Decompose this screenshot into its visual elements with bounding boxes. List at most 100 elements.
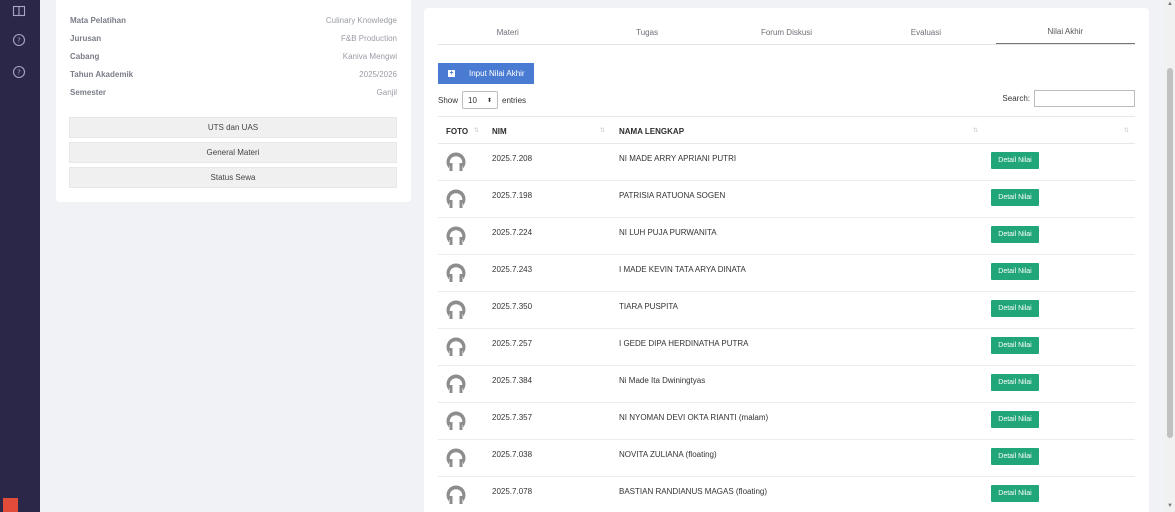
header-nim[interactable]: NIM	[492, 127, 507, 136]
scrollbar-thumb[interactable]	[1167, 68, 1173, 438]
nim-cell: 2025.7.198	[492, 191, 533, 200]
nim-cell: 2025.7.357	[492, 413, 533, 422]
status-sewa-button[interactable]: Status Sewa	[69, 167, 397, 188]
info-label: Mata Pelatihan	[70, 16, 127, 25]
search-input[interactable]	[1034, 90, 1135, 107]
nim-cell: 2025.7.243	[492, 265, 533, 274]
user-avatar-icon	[446, 189, 466, 209]
tab-forum-diskusi[interactable]: Forum Diskusi	[717, 20, 856, 44]
nim-cell: 2025.7.384	[492, 376, 533, 385]
entries-label: entries	[502, 95, 527, 105]
table-row: 2025.7.198 PATRISIA RATUONA SOGEN Detail N…	[438, 181, 1135, 218]
info-label: Semester	[70, 88, 107, 97]
info-row-jurusan: Jurusan F&B Production	[70, 34, 397, 46]
detail-nilai-button[interactable]: Detail Nilai	[991, 374, 1039, 391]
user-avatar-icon	[446, 448, 466, 468]
info-value: Kaniva Mengwi	[342, 52, 397, 61]
table-row: 2025.7.350 TIARA PUSPITA Detail Nilai	[438, 292, 1135, 329]
nim-cell: 2025.7.257	[492, 339, 533, 348]
info-value: 2025/2026	[359, 70, 397, 79]
tab-materi[interactable]: Materi	[438, 20, 577, 44]
page-scrollbar[interactable]: ▲ ▼	[1165, 0, 1175, 512]
detail-nilai-button[interactable]: Detail Nilai	[991, 485, 1039, 502]
info-row-semester: Semester Ganjil	[70, 88, 397, 100]
info-value: Ganjil	[376, 88, 397, 97]
detail-nilai-button[interactable]: Detail Nilai	[991, 300, 1039, 317]
input-nilai-akhir-button[interactable]: + Input Nilai Akhir	[438, 63, 534, 84]
detail-nilai-button[interactable]: Detail Nilai	[991, 189, 1039, 206]
table-row: 2025.7.257 I GEDE DIPA HERDINATHA PUTRA De…	[438, 329, 1135, 366]
user-avatar-icon	[446, 411, 466, 431]
user-avatar-icon	[446, 337, 466, 357]
name-cell: Ni Made Ita Dwiningtyas	[619, 376, 706, 385]
updown-icon: ⬍	[486, 97, 493, 104]
info-value: Culinary Knowledge	[325, 16, 397, 25]
app-logo-icon	[3, 498, 18, 512]
info-row-tahun-akademik: Tahun Akademik 2025/2026	[70, 70, 397, 82]
entries-control: Show 10 ⬍ entries	[438, 91, 526, 109]
name-cell: PATRISIA RATUONA SOGEN	[619, 191, 726, 200]
table-body: 2025.7.208 NI MADE ARRY APRIANI PUTRI Deta…	[438, 144, 1135, 512]
tab-bar: Materi Tugas Forum Diskusi Evaluasi Nila…	[438, 20, 1136, 45]
nim-cell: 2025.7.208	[492, 154, 533, 163]
svg-text:?: ?	[17, 37, 21, 45]
search-label: Search:	[1002, 94, 1030, 103]
detail-nilai-button[interactable]: Detail Nilai	[991, 448, 1039, 465]
detail-nilai-button[interactable]: Detail Nilai	[991, 337, 1039, 354]
input-nilai-akhir-label: Input Nilai Akhir	[469, 69, 525, 78]
plus-icon: +	[448, 70, 455, 77]
table-row: 2025.7.224 NI LUH PUJA PURWANITA Detail Ni…	[438, 218, 1135, 255]
tab-tugas[interactable]: Tugas	[577, 20, 716, 44]
header-foto[interactable]: FOTO	[446, 127, 468, 136]
table-row: 2025.7.357 NI NYOMAN DEVI OKTA RIANTI (ma…	[438, 403, 1135, 440]
show-label: Show	[438, 95, 459, 105]
help-circle-icon[interactable]: ?	[12, 65, 26, 79]
user-avatar-icon	[446, 226, 466, 246]
table-row: 2025.7.243 I MADE KEVIN TATA ARYA DINATA D…	[438, 255, 1135, 292]
table-header: FOTO ⇅ NIM ⇅ NAMA LENGKAP ⇅ ⇅	[438, 116, 1135, 144]
general-materi-button[interactable]: General Materi	[69, 142, 397, 163]
nim-cell: 2025.7.038	[492, 450, 533, 459]
info-value: F&B Production	[340, 34, 397, 43]
detail-nilai-button[interactable]: Detail Nilai	[991, 226, 1039, 243]
detail-nilai-button[interactable]: Detail Nilai	[991, 152, 1039, 169]
uts-uas-button[interactable]: UTS dan UAS	[69, 117, 397, 138]
sort-icon: ⇅	[973, 128, 979, 134]
tab-evaluasi[interactable]: Evaluasi	[856, 20, 995, 44]
search-control: Search:	[1002, 90, 1135, 107]
user-avatar-icon	[446, 374, 466, 394]
help-circle-icon[interactable]: ?	[12, 33, 26, 47]
nim-cell: 2025.7.078	[492, 487, 533, 496]
scroll-up-icon[interactable]: ▲	[1167, 1, 1173, 7]
name-cell: BASTIAN RANDIANUS MAGAS (floating)	[619, 487, 768, 496]
detail-nilai-button[interactable]: Detail Nilai	[991, 411, 1039, 428]
sort-icon: ⇅	[1124, 128, 1130, 134]
name-cell: NI MADE ARRY APRIANI PUTRI	[619, 154, 737, 163]
table-row: 2025.7.038 NOVITA ZULIANA (floating) Detai…	[438, 440, 1135, 477]
info-row-mata-pelatihan: Mata Pelatihan Culinary Knowledge	[70, 16, 397, 28]
svg-text:?: ?	[17, 69, 21, 77]
name-cell: NI NYOMAN DEVI OKTA RIANTI (malam)	[619, 413, 769, 422]
tab-nilai-akhir[interactable]: Nilai Akhir	[995, 20, 1136, 44]
book-icon[interactable]	[12, 4, 26, 18]
name-cell: TIARA PUSPITA	[619, 302, 678, 311]
name-cell: I GEDE DIPA HERDINATHA PUTRA	[619, 339, 749, 348]
table-row: 2025.7.208 NI MADE ARRY APRIANI PUTRI Deta…	[438, 144, 1135, 181]
info-row-cabang: Cabang Kaniva Mengwi	[70, 52, 397, 64]
user-avatar-icon	[446, 485, 466, 505]
table-row: 2025.7.384 Ni Made Ita Dwiningtyas Detail …	[438, 366, 1135, 403]
detail-nilai-button[interactable]: Detail Nilai	[991, 263, 1039, 280]
nim-cell: 2025.7.350	[492, 302, 533, 311]
course-info-card: Mata Pelatihan Culinary Knowledge Jurusan…	[56, 0, 411, 202]
name-cell: I MADE KEVIN TATA ARYA DINATA	[619, 265, 746, 274]
sort-icon: ⇅	[474, 128, 480, 134]
name-cell: NI LUH PUJA PURWANITA	[619, 228, 717, 237]
scroll-down-icon[interactable]: ▼	[1167, 503, 1173, 509]
name-cell: NOVITA ZULIANA (floating)	[619, 450, 717, 459]
entries-select[interactable]: 10 ⬍	[462, 91, 499, 109]
header-nama[interactable]: NAMA LENGKAP	[619, 127, 684, 136]
sort-icon: ⇅	[600, 128, 606, 134]
info-label: Tahun Akademik	[70, 70, 134, 79]
user-avatar-icon	[446, 152, 466, 172]
user-avatar-icon	[446, 263, 466, 283]
